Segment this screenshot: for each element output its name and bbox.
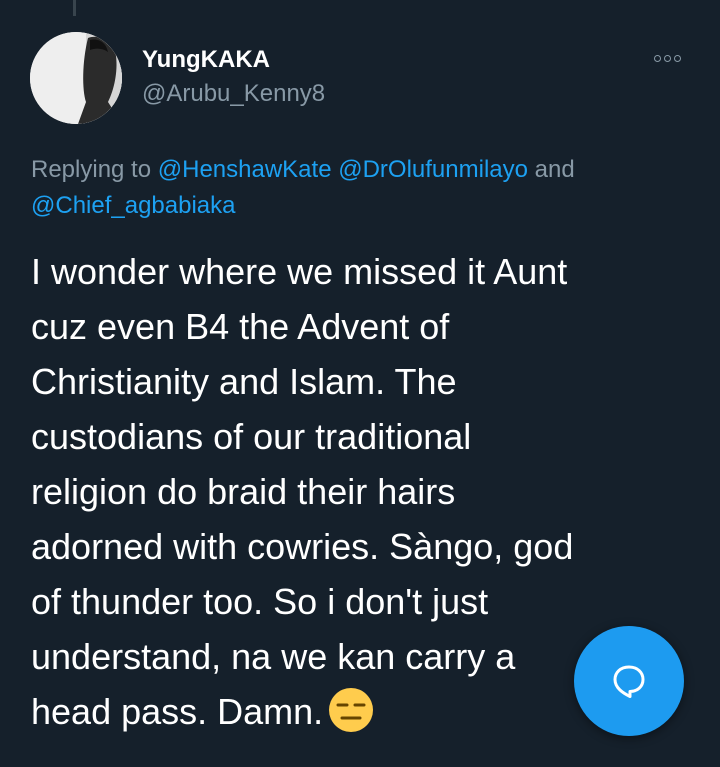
more-dot <box>674 54 681 62</box>
mention-link[interactable]: @DrOlufunmilayo <box>338 156 528 183</box>
tweet-line: I wonder where we missed it Aunt <box>31 251 568 292</box>
avatar[interactable] <box>30 32 122 124</box>
tweet-line: Christianity and Islam. The <box>31 361 457 402</box>
tweet-line: adorned with cowries. Sàngo, god <box>31 526 574 567</box>
more-options-icon[interactable] <box>654 50 690 66</box>
tweet-line: custodians of our traditional <box>31 416 472 457</box>
replying-to-label: Replying to <box>31 156 158 183</box>
mention-link[interactable]: @Chief_agbabiaka <box>31 192 236 219</box>
replying-to-conjunction: and <box>527 156 575 183</box>
tweet-line: religion do braid their hairs <box>31 471 456 512</box>
thread-connector-line <box>73 0 76 16</box>
tweet-line: head pass. Damn. <box>31 691 324 732</box>
expressionless-face-icon <box>329 688 374 732</box>
more-dot <box>654 54 661 62</box>
tweet-line: of thunder too. So i don't just <box>31 581 489 622</box>
replying-to: Replying to @HenshawKate @DrOlufunmilayo… <box>31 152 691 224</box>
chat-bubble-icon <box>613 665 645 698</box>
mention-link[interactable]: @HenshawKate <box>158 156 332 183</box>
author-handle[interactable]: @Arubu_Kenny8 <box>142 80 325 108</box>
author-display-name[interactable]: YungKAKA <box>142 46 270 74</box>
avatar-image <box>30 32 122 124</box>
more-dot <box>664 54 671 62</box>
tweet-line: cuz even B4 the Advent of <box>31 306 450 347</box>
compose-reply-button[interactable] <box>574 626 684 736</box>
